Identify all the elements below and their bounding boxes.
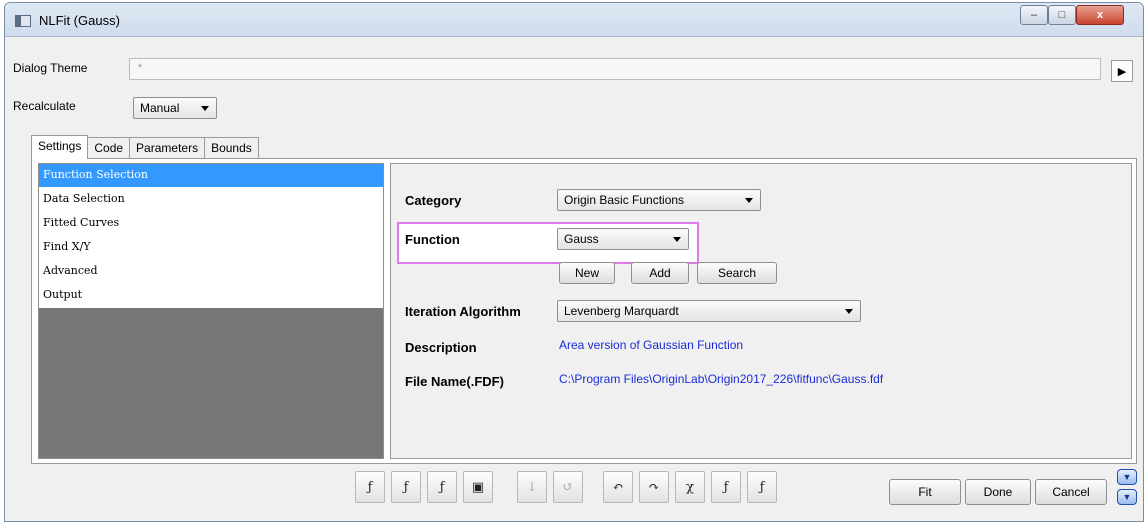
fit-until-converged-icon[interactable]: ƒ xyxy=(711,471,741,503)
minimize-button[interactable]: – xyxy=(1020,5,1048,25)
tab-bounds[interactable]: Bounds xyxy=(204,137,259,159)
title-bar[interactable]: NLFit (Gauss) – □ x xyxy=(5,3,1143,37)
description-label: Description xyxy=(405,340,477,355)
add-button[interactable]: Add xyxy=(631,262,689,284)
iteration-label: Iteration Algorithm xyxy=(405,304,521,319)
recalculate-label: Recalculate xyxy=(13,99,76,113)
chevron-down-icon xyxy=(845,309,853,314)
nlfit-dialog: NLFit (Gauss) – □ x Dialog Theme * ▶ Rec… xyxy=(4,2,1144,522)
maximize-button[interactable]: □ xyxy=(1048,5,1076,25)
chevron-down-icon xyxy=(673,237,681,242)
theme-menu-button[interactable]: ▶ xyxy=(1111,60,1133,82)
recalculate-value: Manual xyxy=(140,101,180,115)
nav-item-fitted-curves[interactable]: Fitted Curves xyxy=(39,212,383,236)
function-label: Function xyxy=(405,232,460,247)
tab-code[interactable]: Code xyxy=(87,137,131,159)
sort-icon[interactable]: ↓ xyxy=(517,471,547,503)
description-value: Area version of Gaussian Function xyxy=(559,338,744,352)
function-dropdown[interactable]: Gauss xyxy=(557,228,689,250)
tab-bar: Settings Code Parameters Bounds xyxy=(31,135,259,159)
settings-tree: Function Selection Data Selection Fitted… xyxy=(38,163,384,459)
recalculate-dropdown[interactable]: Manual xyxy=(133,97,217,119)
chevron-down-icon xyxy=(201,106,209,111)
reset-icon[interactable]: ↺ xyxy=(553,471,583,503)
iteration-value: Levenberg Marquardt xyxy=(564,304,679,318)
undo-icon[interactable]: ↶ xyxy=(603,471,633,503)
new-button[interactable]: New xyxy=(559,262,615,284)
category-label: Category xyxy=(405,193,462,208)
nav-item-function-selection[interactable]: Function Selection xyxy=(39,164,383,188)
window-title: NLFit (Gauss) xyxy=(39,13,120,28)
function-value: Gauss xyxy=(564,232,599,246)
search-button[interactable]: Search xyxy=(697,262,777,284)
dialog-theme-input[interactable]: * xyxy=(129,58,1101,80)
tab-settings[interactable]: Settings xyxy=(31,135,89,159)
save-icon[interactable]: ▣ xyxy=(463,471,493,503)
settings-panel: Function Selection Data Selection Fitted… xyxy=(31,158,1137,464)
fit-all-icon[interactable]: ƒ xyxy=(747,471,777,503)
category-value: Origin Basic Functions xyxy=(564,193,685,207)
dialog-theme-label: Dialog Theme xyxy=(13,61,88,75)
app-icon xyxy=(15,15,31,27)
fit-function-icon[interactable]: ƒ xyxy=(355,471,385,503)
formula-icon[interactable]: ƒ xyxy=(427,471,457,503)
iteration-dropdown[interactable]: Levenberg Marquardt xyxy=(557,300,861,322)
chi-square-icon[interactable]: χ xyxy=(675,471,705,503)
f-sum-icon[interactable]: ƒ xyxy=(391,471,421,503)
nav-item-data-selection[interactable]: Data Selection xyxy=(39,188,383,212)
collapse-up-icon[interactable]: ▼ xyxy=(1117,469,1137,485)
tab-parameters[interactable]: Parameters xyxy=(129,137,206,159)
one-iteration-icon[interactable]: ↷ xyxy=(639,471,669,503)
close-button[interactable]: x xyxy=(1076,5,1124,25)
file-name-label: File Name(.FDF) xyxy=(405,374,504,389)
cancel-button[interactable]: Cancel xyxy=(1035,479,1107,505)
nav-item-advanced[interactable]: Advanced xyxy=(39,260,383,284)
category-dropdown[interactable]: Origin Basic Functions xyxy=(557,189,761,211)
file-name-link[interactable]: C:\Program Files\OriginLab\Origin2017_22… xyxy=(559,372,883,386)
chevron-down-icon xyxy=(745,198,753,203)
expand-down-icon[interactable]: ▼ xyxy=(1117,489,1137,505)
function-selection-panel: Category Origin Basic Functions Function… xyxy=(390,163,1132,459)
done-button[interactable]: Done xyxy=(965,479,1031,505)
nav-item-output[interactable]: Output xyxy=(39,284,383,308)
nav-item-find-xy[interactable]: Find X/Y xyxy=(39,236,383,260)
fit-button[interactable]: Fit xyxy=(889,479,961,505)
